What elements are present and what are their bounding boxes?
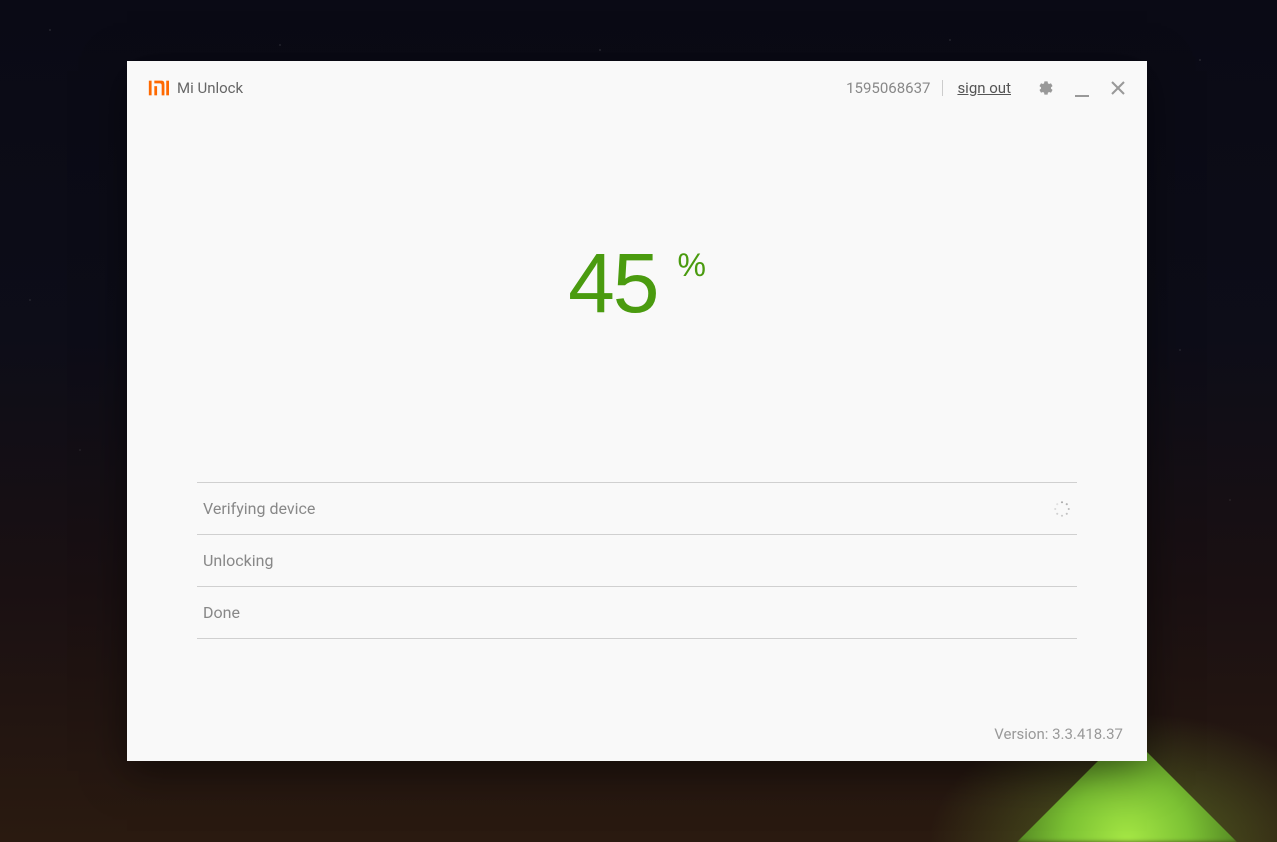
step-label: Verifying device xyxy=(203,499,315,518)
progress-area: 45 % xyxy=(127,115,1147,332)
steps-list: Verifying device Unlocking xyxy=(197,482,1077,639)
step-label: Unlocking xyxy=(203,551,273,570)
progress-value: 45 xyxy=(568,235,657,332)
app-window: Mi Unlock 1595068637 sign out 45 % Verif… xyxy=(127,61,1147,761)
mi-logo-icon xyxy=(147,77,169,99)
progress-percent-symbol: % xyxy=(677,247,705,284)
signout-link[interactable]: sign out xyxy=(957,79,1011,97)
step-done: Done xyxy=(197,586,1077,639)
close-icon[interactable] xyxy=(1109,79,1127,97)
app-title: Mi Unlock xyxy=(177,79,243,97)
titlebar: Mi Unlock 1595068637 sign out xyxy=(127,61,1147,115)
spinner-icon xyxy=(1053,500,1071,518)
step-label: Done xyxy=(203,603,240,622)
minimize-icon[interactable] xyxy=(1073,83,1091,101)
settings-icon[interactable] xyxy=(1037,79,1055,97)
account-number: 1595068637 xyxy=(846,79,930,97)
step-unlocking: Unlocking xyxy=(197,534,1077,586)
step-verifying: Verifying device xyxy=(197,482,1077,534)
version-label: Version: 3.3.418.37 xyxy=(994,725,1123,743)
